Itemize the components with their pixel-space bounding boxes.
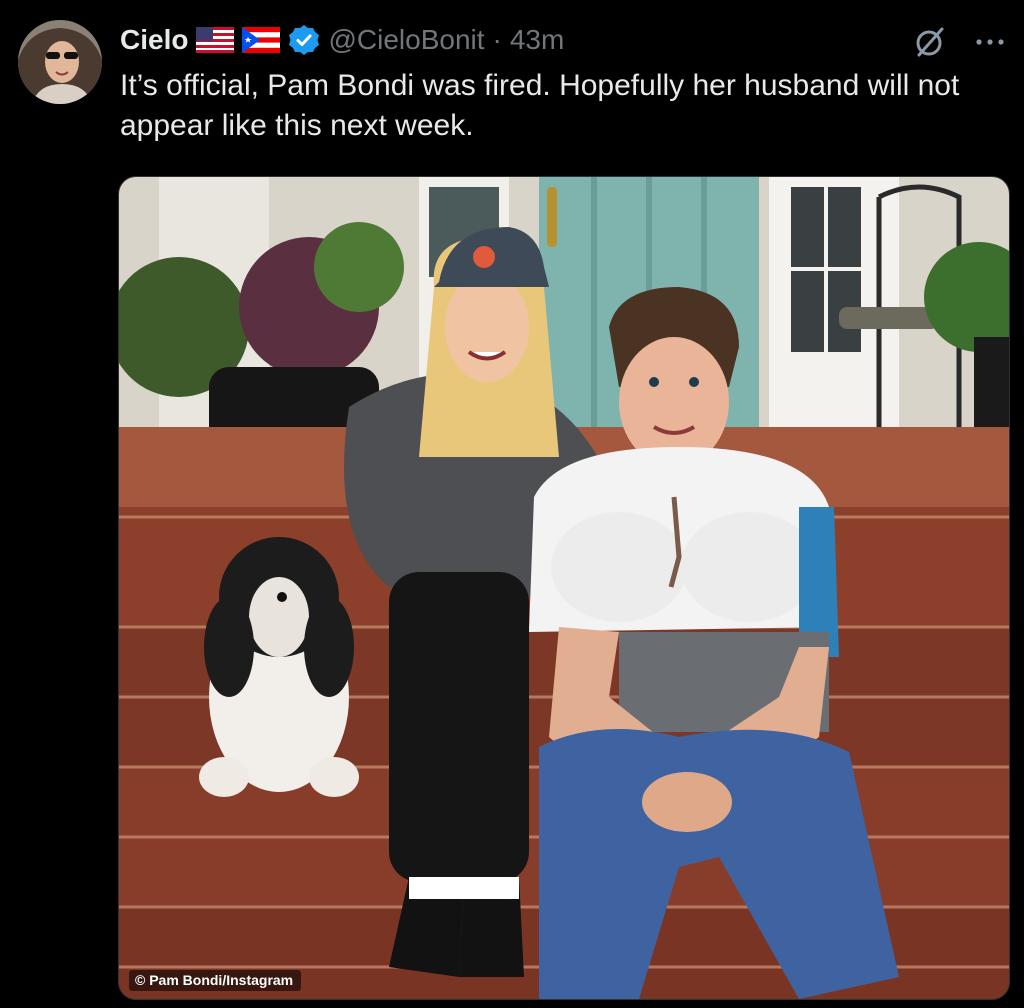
tweet-photo[interactable]: © Pam Bondi/Instagram (118, 176, 1010, 1000)
photo-illustration (119, 177, 1009, 999)
tweet-header: Cielo @CieloBonit · 43m (120, 20, 564, 60)
verified-badge-icon[interactable] (288, 24, 320, 56)
tweet-text: It’s official, Pam Bondi was fired. Hope… (120, 69, 960, 142)
author-name[interactable]: Cielo (120, 20, 188, 60)
more-options-icon[interactable] (972, 24, 1008, 60)
avatar[interactable] (18, 20, 102, 104)
photo-credit: © Pam Bondi/Instagram (129, 970, 302, 991)
separator-dot: · (492, 24, 502, 55)
us-flag-icon (196, 27, 235, 53)
puerto-rico-flag-icon (242, 27, 281, 53)
timestamp[interactable]: 43m (510, 20, 564, 60)
avatar-image (18, 20, 102, 104)
author-handle[interactable]: @CieloBonit (328, 20, 484, 60)
grok-icon[interactable] (912, 24, 948, 60)
